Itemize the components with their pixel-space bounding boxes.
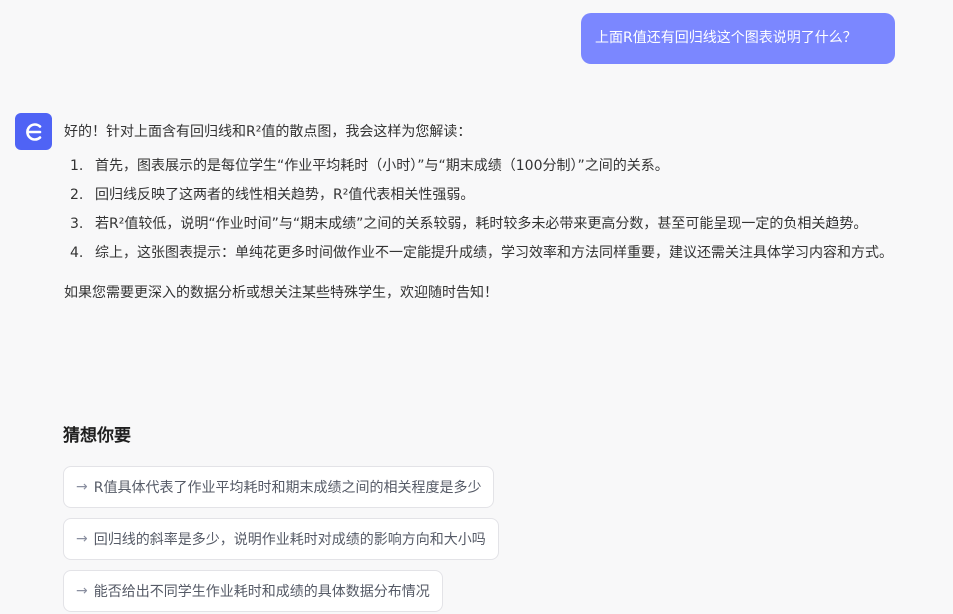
suggestions-title: 猜想你要 <box>63 426 131 446</box>
list-item: 2. 回归线反映了这两者的线性相关趋势，R²值代表相关性强弱。 <box>64 183 904 208</box>
suggestion-item[interactable]: → 能否给出不同学生作业耗时和成绩的具体数据分布情况 <box>63 570 443 612</box>
list-item-text: 回归线反映了这两者的线性相关趋势，R²值代表相关性强弱。 <box>95 187 475 203</box>
arrow-right-icon: → <box>76 583 88 599</box>
reply-outro: 如果您需要更深入的数据分析或想关注某些特殊学生，欢迎随时告知！ <box>64 285 498 301</box>
arrow-right-icon: → <box>76 479 88 495</box>
list-item-text: 首先，图表展示的是每位学生“作业平均耗时（小时）”与“期末成绩（100分制）”之… <box>95 158 669 174</box>
suggestion-item[interactable]: → 回归线的斜率是多少，说明作业耗时对成绩的影响方向和大小吗 <box>63 518 499 560</box>
list-item-text: 若R²值较低，说明“作业时间”与“期末成绩”之间的关系较弱，耗时较多未必带来更高… <box>95 216 868 232</box>
assistant-avatar <box>15 113 52 150</box>
list-item: 1. 首先，图表展示的是每位学生“作业平均耗时（小时）”与“期末成绩（100分制… <box>64 154 904 179</box>
suggestion-text: 能否给出不同学生作业耗时和成绩的具体数据分布情况 <box>93 584 430 600</box>
reply-intro: 好的！针对上面含有回归线和R²值的散点图，我会这样为您解读： <box>64 124 472 140</box>
list-item-number: 3. <box>70 216 84 232</box>
reply-points-list: 1. 首先，图表展示的是每位学生“作业平均耗时（小时）”与“期末成绩（100分制… <box>64 154 904 266</box>
list-item-number: 4. <box>70 245 84 261</box>
suggestion-text: R值具体代表了作业平均耗时和期末成绩之间的相关程度是多少 <box>93 480 482 496</box>
suggestion-item[interactable]: → R值具体代表了作业平均耗时和期末成绩之间的相关程度是多少 <box>63 466 495 508</box>
arrow-right-icon: → <box>76 531 88 547</box>
user-message-bubble: 上面R值还有回归线这个图表说明了什么？ <box>581 13 895 64</box>
assistant-reply: 好的！针对上面含有回归线和R²值的散点图，我会这样为您解读： 1. 首先，图表展… <box>64 121 904 304</box>
user-message-text: 上面R值还有回归线这个图表说明了什么？ <box>595 30 857 46</box>
suggestion-text: 回归线的斜率是多少，说明作业耗时对成绩的影响方向和大小吗 <box>93 532 486 548</box>
list-item: 3. 若R²值较低，说明“作业时间”与“期末成绩”之间的关系较弱，耗时较多未必带… <box>64 212 904 237</box>
brand-e-logo-icon <box>25 122 41 141</box>
list-item-number: 1. <box>70 158 84 174</box>
list-item-number: 2. <box>70 187 84 203</box>
list-item-text: 综上，这张图表提示：单纯花更多时间做作业不一定能提升成绩，学习效率和方法同样重要… <box>95 245 893 261</box>
list-item: 4. 综上，这张图表提示：单纯花更多时间做作业不一定能提升成绩，学习效率和方法同… <box>64 241 904 266</box>
